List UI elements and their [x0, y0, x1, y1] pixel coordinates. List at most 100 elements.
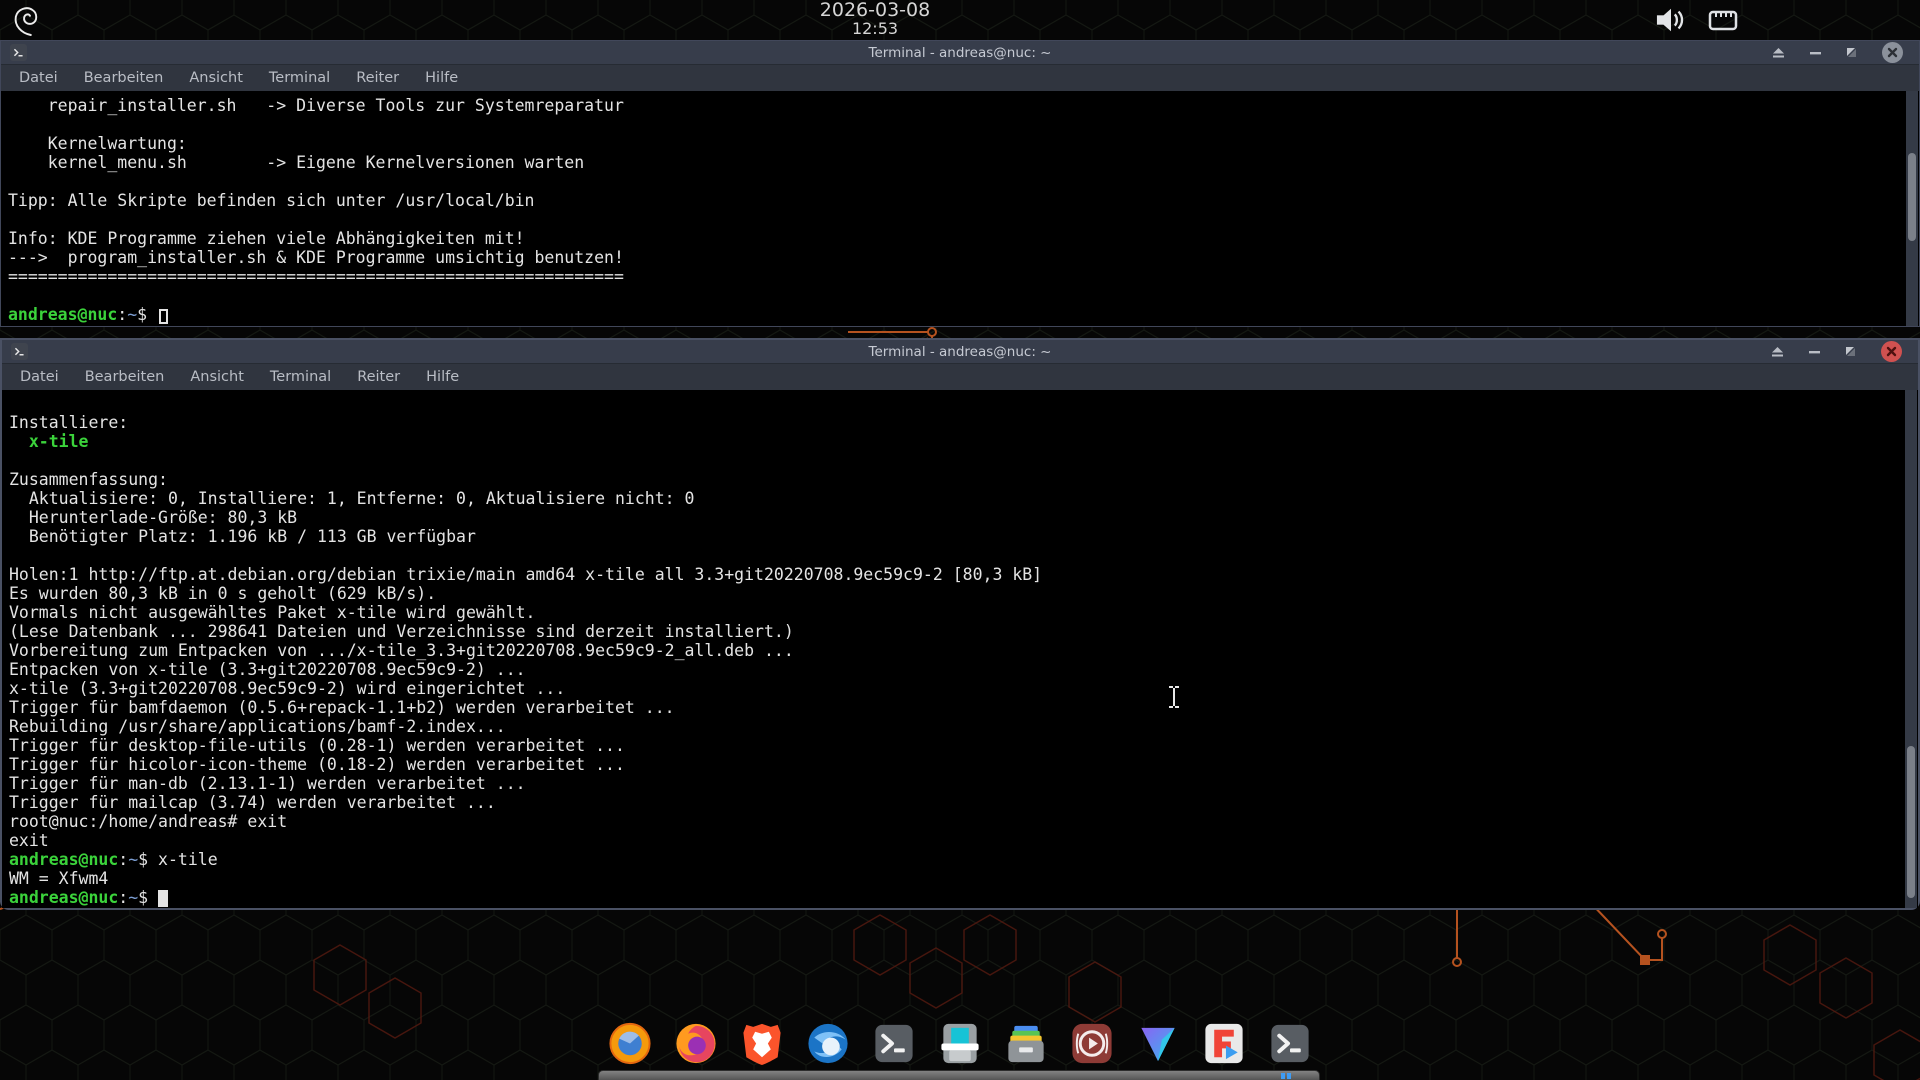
terminal-line	[8, 210, 1919, 229]
menu-item-bearbeiten[interactable]: Bearbeiten	[71, 70, 177, 86]
terminal-window-top: Terminal - andreas@nuc: ~ DateiBearbeite…	[0, 40, 1920, 327]
system-tray	[1656, 7, 1738, 33]
scrollbar-thumb[interactable]	[1908, 153, 1916, 241]
terminal-line: andreas@nuc:~$	[8, 305, 1919, 324]
terminal-line: x-tile (3.3+git20220708.9ec59c9-2) wird …	[9, 679, 1918, 698]
file-drawer-dock-icon[interactable]	[1003, 1020, 1050, 1067]
terminal-line: Trigger für hicolor-icon-theme (0.18-2) …	[9, 755, 1918, 774]
terminal-dock-icon[interactable]	[1267, 1020, 1314, 1067]
terminal-line: Tipp: Alle Skripte befinden sich unter /…	[8, 191, 1919, 210]
document-scanner-dock-icon[interactable]	[937, 1020, 984, 1067]
terminal-line: root@nuc:/home/andreas# exit	[9, 812, 1918, 831]
terminal-line: Rebuilding /usr/share/applications/bamf-…	[9, 717, 1918, 736]
menu-item-datei[interactable]: Datei	[6, 70, 71, 86]
terminal-line: WM = Xfwm4	[9, 869, 1918, 888]
v-triangle-dock-icon[interactable]	[1135, 1020, 1182, 1067]
terminal-output[interactable]: repair_installer.sh -> Diverse Tools zur…	[1, 91, 1919, 326]
terminal-line: ========================================…	[8, 267, 1919, 286]
titlebar[interactable]: Terminal - andreas@nuc: ~	[1, 41, 1919, 64]
maximize-button[interactable]	[1845, 346, 1856, 357]
terminal-app-icon	[10, 44, 27, 61]
terminal-line: x-tile	[9, 432, 1918, 451]
terminal-line: kernel_menu.sh -> Eigene Kernelversionen…	[8, 153, 1919, 172]
shade-button[interactable]	[1771, 346, 1784, 357]
desktop: 2026-03-08 12:53 Terminal - andreas@nuc:…	[0, 0, 1920, 1080]
terminal-line	[8, 286, 1919, 305]
terminal-line: Info: KDE Programme ziehen viele Abhängi…	[8, 229, 1919, 248]
ibeam-cursor	[1166, 684, 1182, 710]
terminal-line: Installiere:	[9, 413, 1918, 432]
menu-item-terminal[interactable]: Terminal	[256, 70, 343, 86]
hidden-panel-strip[interactable]	[598, 1070, 1320, 1080]
terminal-output[interactable]: Installiere: x-tile Zusammenfassung: Aktu…	[2, 390, 1918, 908]
clock-date: 2026-03-08	[800, 1, 950, 21]
firefox-dock-icon[interactable]	[673, 1020, 720, 1067]
shade-button[interactable]	[1772, 47, 1785, 58]
terminal-line: Aktualisiere: 0, Installiere: 1, Entfern…	[9, 489, 1918, 508]
terminal-line: Vormals nicht ausgewähltes Paket x-tile …	[9, 603, 1918, 622]
terminal-line: ---> program_installer.sh & KDE Programm…	[8, 248, 1919, 267]
terminal-dock-icon[interactable]	[871, 1020, 918, 1067]
network-port-icon[interactable]	[1708, 8, 1738, 32]
terminal-cursor	[158, 890, 168, 907]
panel-clock[interactable]: 2026-03-08 12:53	[800, 1, 950, 38]
dock	[607, 1020, 1314, 1067]
minimize-button[interactable]	[1810, 47, 1821, 58]
panel-strip-indicator	[1281, 1073, 1293, 1079]
terminal-line: Holen:1 http://ftp.at.debian.org/debian …	[9, 565, 1918, 584]
terminal-line: Vorbereitung zum Entpacken von .../x-til…	[9, 641, 1918, 660]
terminal-app-icon	[11, 343, 28, 360]
terminal-line: andreas@nuc:~$ x-tile	[9, 850, 1918, 869]
terminal-cursor	[159, 309, 168, 324]
menu-item-ansicht[interactable]: Ansicht	[176, 70, 256, 86]
terminal-window-bottom: Terminal - andreas@nuc: ~ DateiBearbeite…	[0, 338, 1920, 910]
maximize-button[interactable]	[1846, 47, 1857, 58]
menu-item-terminal[interactable]: Terminal	[257, 369, 344, 385]
menu-item-reiter[interactable]: Reiter	[344, 369, 413, 385]
minimize-button[interactable]	[1809, 346, 1820, 357]
terminal-line: Entpacken von x-tile (3.3+git20220708.9e…	[9, 660, 1918, 679]
close-button[interactable]	[1882, 42, 1903, 63]
window-title: Terminal - andreas@nuc: ~	[869, 45, 1052, 61]
terminal-line: Herunterlade-Größe: 80,3 kB	[9, 508, 1918, 527]
scrollbar-track[interactable]	[1905, 390, 1917, 908]
terminal-line	[8, 115, 1919, 134]
terminal-line: repair_installer.sh -> Diverse Tools zur…	[8, 96, 1919, 115]
terminal-line: Trigger für mailcap (3.74) werden verarb…	[9, 793, 1918, 812]
volume-icon[interactable]	[1656, 7, 1686, 33]
terminal-line: exit	[9, 831, 1918, 850]
terminal-line: Trigger für bamfdaemon (0.5.6+repack-1.1…	[9, 698, 1918, 717]
window-buttons	[1772, 41, 1903, 64]
menu-item-hilfe[interactable]: Hilfe	[413, 369, 472, 385]
menu-item-reiter[interactable]: Reiter	[343, 70, 412, 86]
terminal-line	[9, 451, 1918, 470]
terminal-line: Kernelwartung:	[8, 134, 1919, 153]
terminal-line: Zusammenfassung:	[9, 470, 1918, 489]
titlebar[interactable]: Terminal - andreas@nuc: ~	[2, 340, 1918, 363]
media-player-dock-icon[interactable]	[1069, 1020, 1116, 1067]
window-buttons	[1771, 340, 1902, 363]
terminal-line: Es wurden 80,3 kB in 0 s geholt (629 kB/…	[9, 584, 1918, 603]
clock-time: 12:53	[800, 21, 950, 38]
debian-swirl-icon[interactable]	[10, 2, 40, 38]
terminal-line: Trigger für desktop-file-utils (0.28-1) …	[9, 736, 1918, 755]
window-title: Terminal - andreas@nuc: ~	[869, 344, 1052, 360]
menu-item-datei[interactable]: Datei	[7, 369, 72, 385]
menu-item-ansicht[interactable]: Ansicht	[177, 369, 257, 385]
terminal-line: Benötigter Platz: 1.196 kB / 113 GB verf…	[9, 527, 1918, 546]
terminal-line: andreas@nuc:~$	[9, 888, 1918, 907]
menubar: DateiBearbeitenAnsichtTerminalReiterHilf…	[1, 64, 1919, 91]
top-panel: 2026-03-08 12:53	[0, 0, 1920, 40]
close-button[interactable]	[1881, 341, 1902, 362]
scrollbar-thumb[interactable]	[1907, 746, 1915, 898]
menubar: DateiBearbeitenAnsichtTerminalReiterHilf…	[2, 363, 1918, 390]
menu-item-bearbeiten[interactable]: Bearbeiten	[72, 369, 178, 385]
brave-dock-icon[interactable]	[739, 1020, 786, 1067]
terminal-line	[8, 172, 1919, 191]
chromium-dock-icon[interactable]	[607, 1020, 654, 1067]
scrollbar-track[interactable]	[1906, 91, 1918, 326]
menu-item-hilfe[interactable]: Hilfe	[412, 70, 471, 86]
freetube-dock-icon[interactable]	[1201, 1020, 1248, 1067]
thunderbird-dock-icon[interactable]	[805, 1020, 852, 1067]
terminal-line: (Lese Datenbank ... 298641 Dateien und V…	[9, 622, 1918, 641]
